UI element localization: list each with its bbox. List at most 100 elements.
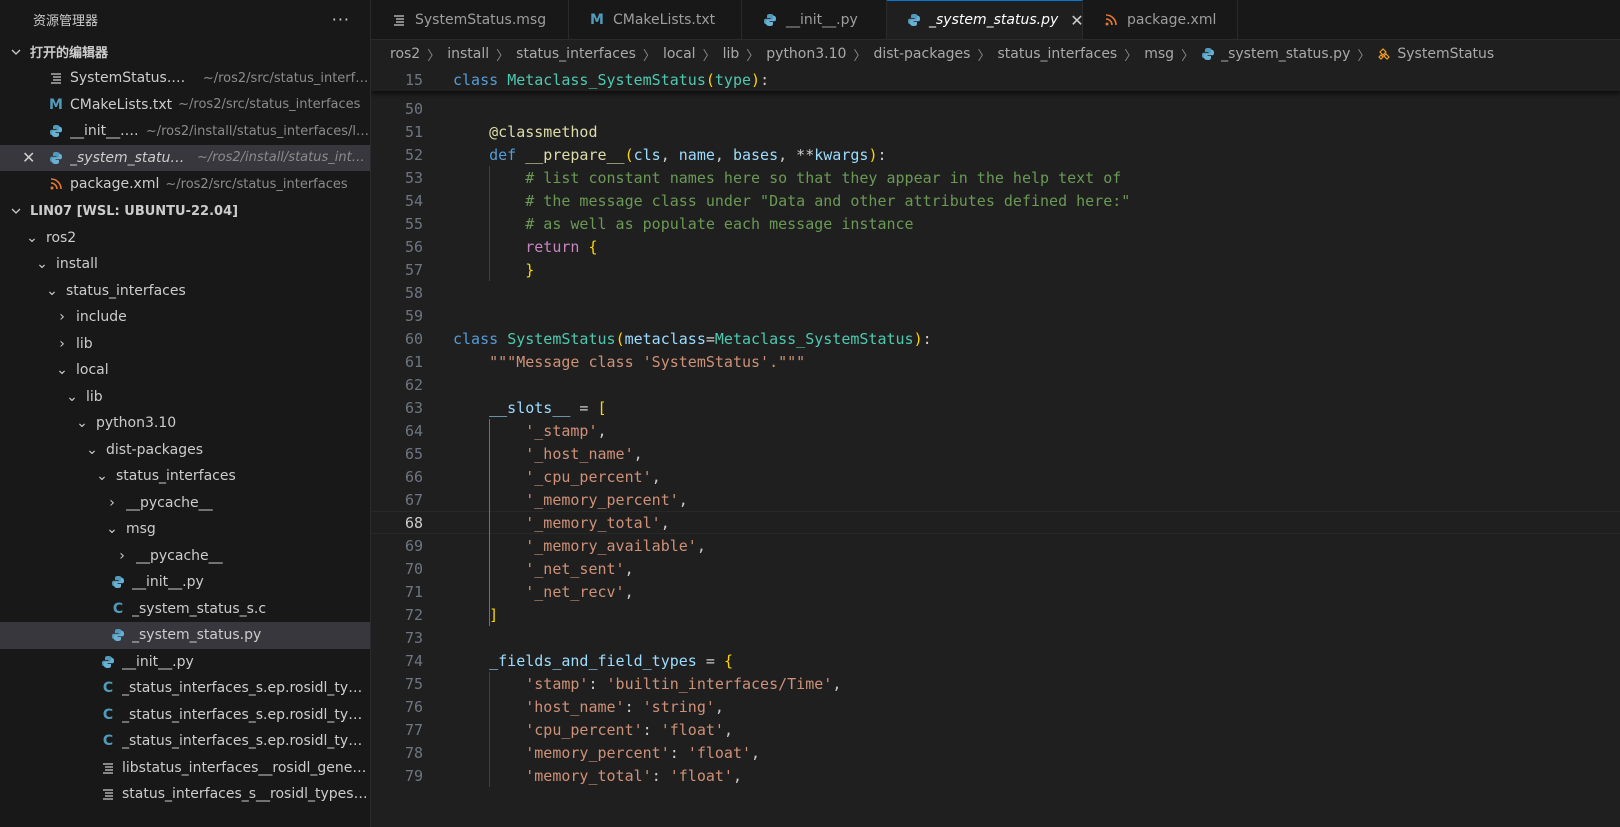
tree-folder[interactable]: ⌄ status_interfaces — [0, 278, 370, 305]
tree-file[interactable]: C _status_interfaces_s.ep.rosidl_type... — [0, 728, 370, 755]
open-editors-section[interactable]: 打开的编辑器 — [0, 38, 370, 65]
tree-folder[interactable]: ⌄ install — [0, 251, 370, 278]
tree-folder[interactable]: › lib — [0, 331, 370, 358]
tree-file[interactable]: C _status_interfaces_s.ep.rosidl_type... — [0, 702, 370, 729]
code-row[interactable]: 78 'memory_percent': 'float', — [371, 741, 1620, 764]
tree-file[interactable]: __init__.py — [0, 569, 370, 596]
code-row[interactable]: 56 return { — [371, 235, 1620, 258]
current-code-line[interactable]: 68 '_memory_total', — [371, 511, 1620, 534]
line-number: 55 — [404, 214, 423, 233]
tab-init-py[interactable]: __init__.py — [742, 0, 887, 39]
tree-folder[interactable]: ⌄ ros2 — [0, 225, 370, 252]
open-editor-label: _system_status.py — [70, 149, 192, 166]
code-row[interactable]: 74 _fields_and_field_types = { — [371, 649, 1620, 672]
breadcrumb-item[interactable]: _system_status.py — [1221, 46, 1350, 62]
line-number: 75 — [404, 674, 423, 693]
tree-folder[interactable]: › __pycache__ — [0, 543, 370, 570]
c-file-icon: C — [112, 600, 124, 617]
tab-cmakelists[interactable]: M CMakeLists.txt — [569, 0, 742, 39]
tree-label: msg — [126, 521, 156, 538]
code-row[interactable]: 53 # list constant names here so that th… — [371, 166, 1620, 189]
breadcrumb-item[interactable]: ros2 — [390, 46, 420, 62]
close-icon[interactable]: ✕ — [22, 148, 35, 167]
workspace-section[interactable]: LIN07 [WSL: UBUNTU-22.04] — [0, 198, 370, 225]
code-row[interactable]: 59 — [371, 304, 1620, 327]
tree-file[interactable]: __init__.py — [0, 649, 370, 676]
breadcrumb-item[interactable]: status_interfaces — [997, 46, 1117, 62]
open-editor-item[interactable]: SystemStatus.msg ~/ros2/src/status_inter… — [0, 65, 370, 92]
code-row[interactable]: 52 def __prepare__(cls, name, bases, **k… — [371, 143, 1620, 166]
more-actions-button[interactable]: ··· — [332, 10, 350, 29]
code-row[interactable]: 50 — [371, 97, 1620, 120]
code-row[interactable]: 77 'cpu_percent': 'float', — [371, 718, 1620, 741]
chevron-right-icon: 〉 — [496, 48, 510, 64]
breadcrumb-item[interactable]: install — [447, 46, 489, 62]
code-row[interactable]: 55 # as well as populate each message in… — [371, 212, 1620, 235]
code-row[interactable]: 67 '_memory_percent', — [371, 488, 1620, 511]
breadcrumb-item[interactable]: lib — [723, 46, 740, 62]
chevron-down-icon: ⌄ — [76, 415, 88, 432]
tab-label: package.xml — [1127, 11, 1217, 28]
code-editor[interactable]: 15 class Metaclass_SystemStatus(type): 5… — [371, 68, 1620, 827]
code-row[interactable]: 60 class SystemStatus(metaclass=Metaclass… — [371, 327, 1620, 350]
open-editor-item[interactable]: __init__.py ~/ros2/install/status_interf… — [0, 118, 370, 145]
code-row[interactable]: 69 '_memory_available', — [371, 534, 1620, 557]
tree-label: libstatus_interfaces__rosidl_gener... — [122, 759, 370, 776]
open-editor-item[interactable]: M CMakeLists.txt ~/ros2/src/status_inter… — [0, 92, 370, 119]
tree-folder[interactable]: ⌄ dist-packages — [0, 437, 370, 464]
code-row[interactable]: 75 'stamp': 'builtin_interfaces/Time', — [371, 672, 1620, 695]
code-row[interactable]: 66 '_cpu_percent', — [371, 465, 1620, 488]
code-row[interactable]: 62 — [371, 373, 1620, 396]
code-row[interactable]: 54 # the message class under "Data and o… — [371, 189, 1620, 212]
line-number: 70 — [404, 559, 423, 578]
code-row[interactable]: 72 ] — [371, 603, 1620, 626]
list-icon — [100, 786, 116, 802]
code-row[interactable]: 51 @classmethod — [371, 120, 1620, 143]
open-editor-label: CMakeLists.txt — [70, 96, 173, 113]
open-editor-label: __init__.py — [70, 123, 140, 140]
tree-folder[interactable]: ⌄ status_interfaces — [0, 463, 370, 490]
tree-folder[interactable]: ⌄ msg — [0, 516, 370, 543]
tree-file[interactable]: C _system_status_s.c — [0, 596, 370, 623]
rss-icon — [1103, 13, 1119, 26]
breadcrumb-item[interactable]: status_interfaces — [516, 46, 636, 62]
code-row[interactable]: 76 'host_name': 'string', — [371, 695, 1620, 718]
sticky-scroll-line[interactable]: 15 class Metaclass_SystemStatus(type): — [371, 68, 1620, 91]
tab-system-status-py[interactable]: _system_status.py ✕ — [887, 0, 1084, 39]
code-row[interactable]: 58 — [371, 281, 1620, 304]
breadcrumb-item[interactable]: msg — [1144, 46, 1174, 62]
breadcrumb-item[interactable]: local — [663, 46, 696, 62]
tree-folder[interactable]: ⌄ local — [0, 357, 370, 384]
breadcrumb-item[interactable]: SystemStatus — [1397, 46, 1494, 62]
open-editor-item[interactable]: package.xml ~/ros2/src/status_interfaces — [0, 171, 370, 198]
code-row[interactable]: 64 '_stamp', — [371, 419, 1620, 442]
tree-folder[interactable]: ⌄ python3.10 — [0, 410, 370, 437]
rss-icon — [48, 176, 64, 192]
code-line: class Metaclass_SystemStatus(type): — [453, 70, 770, 89]
open-editor-item-active[interactable]: ✕ _system_status.py ~/ros2/install/statu… — [0, 144, 370, 171]
tree-file[interactable]: status_interfaces_s__rosidl_typesu... — [0, 781, 370, 808]
tree-folder[interactable]: ⌄ lib — [0, 384, 370, 411]
code-row[interactable]: 57 } — [371, 258, 1620, 281]
breadcrumb-item[interactable]: dist-packages — [873, 46, 970, 62]
tree-folder[interactable]: › include — [0, 304, 370, 331]
tree-file-selected[interactable]: _system_status.py — [0, 622, 370, 649]
line-number: 65 — [404, 444, 423, 463]
breadcrumb-item[interactable]: python3.10 — [766, 46, 846, 62]
code-row[interactable]: 71 '_net_recv', — [371, 580, 1620, 603]
chevron-down-icon: ⌄ — [26, 229, 38, 246]
code-row[interactable]: 70 '_net_sent', — [371, 557, 1620, 580]
tree-file[interactable]: libstatus_interfaces__rosidl_gener... — [0, 755, 370, 782]
tree-file[interactable]: C _status_interfaces_s.ep.rosidl_type... — [0, 675, 370, 702]
tree-label: _system_status_s.c — [132, 600, 267, 617]
code-row[interactable]: 63 __slots__ = [ — [371, 396, 1620, 419]
code-row[interactable]: 73 — [371, 626, 1620, 649]
tree-folder[interactable]: › __pycache__ — [0, 490, 370, 517]
code-row[interactable]: 79 'memory_total': 'float', — [371, 764, 1620, 787]
tab-package-xml[interactable]: package.xml — [1083, 0, 1238, 39]
tab-systemstatus-msg[interactable]: SystemStatus.msg — [371, 0, 569, 39]
line-number: 58 — [404, 283, 423, 302]
close-icon[interactable]: ✕ — [1070, 11, 1083, 30]
code-row[interactable]: 61 """Message class 'SystemStatus'.""" — [371, 350, 1620, 373]
code-row[interactable]: 65 '_host_name', — [371, 442, 1620, 465]
